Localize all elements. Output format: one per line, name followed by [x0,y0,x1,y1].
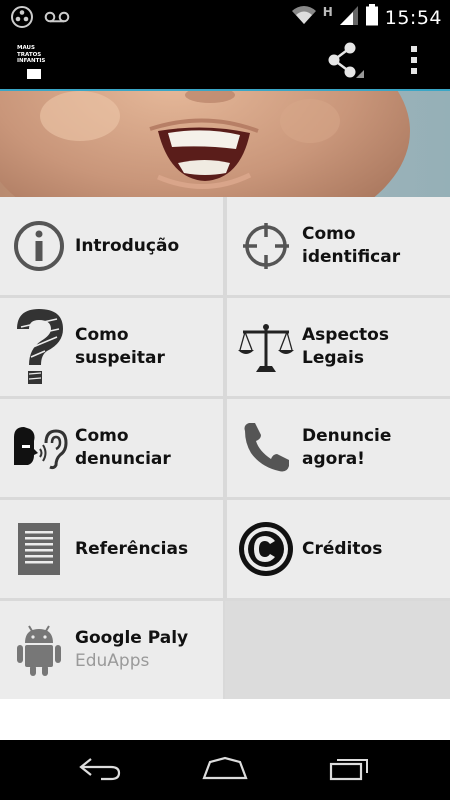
home-button[interactable] [190,750,260,790]
tile-label: Denuncie agora! [302,426,392,469]
scales-icon [235,316,297,378]
network-type-label: H [322,4,333,19]
tile-creditos[interactable]: Créditos [227,500,450,598]
overflow-menu-icon [410,45,418,80]
banner-image [0,91,450,197]
tile-introducao[interactable]: Introdução [0,197,223,295]
phone-icon [235,417,297,479]
tile-como-suspeitar[interactable]: Como suspeitar [0,298,223,396]
tile-como-denunciar[interactable]: Como denunciar [0,399,223,497]
voicemail-icon [44,9,70,30]
copyright-icon [235,518,297,580]
overflow-menu-button[interactable] [396,39,432,85]
status-clock: 15:54 [384,6,442,29]
tile-label: Como denunciar [75,426,171,469]
signal-icon [339,4,359,31]
tile-google-play[interactable]: Google Paly EduApps [0,601,223,699]
battery-icon [365,4,379,31]
crosshair-icon [235,215,297,277]
tile-label: Google Paly EduApps [75,604,188,696]
logo-badge [27,69,41,79]
document-icon [8,518,70,580]
tile-label: Créditos [302,538,383,559]
tile-subtitle: EduApps [75,651,150,671]
tile-label: Introdução [75,235,180,256]
back-icon [77,755,123,786]
tile-label: Como identificar [302,224,401,267]
tile-denuncie-agora[interactable]: Denuncie agora! [227,399,450,497]
tile-aspectos-legais[interactable]: Aspectos Legais [227,298,450,396]
android-icon [8,619,70,681]
home-icon [200,756,250,785]
tile-referencias[interactable]: Referências [0,500,223,598]
empty-tile [225,601,450,699]
tile-label: Referências [75,538,189,559]
status-bar: H 15:54 [0,0,450,33]
navigation-bar [0,740,450,800]
app-logo[interactable]: MAUS TRATOS INFANTIS [17,45,51,81]
action-bar: MAUS TRATOS INFANTIS [0,33,450,90]
tile-como-identificar[interactable]: Como identificar [227,197,450,295]
share-icon [326,40,366,85]
recent-apps-button[interactable] [315,750,385,790]
share-button[interactable] [322,39,370,85]
info-icon [8,215,70,277]
question-mark-icon [8,309,70,384]
tile-label: Como suspeitar [75,325,165,368]
speaking-ear-icon [8,417,70,479]
wifi-icon [291,4,317,31]
logo-line-3: INFANTIS [17,58,46,64]
back-button[interactable] [65,750,135,790]
location-icon [10,5,34,34]
menu-grid: Introdução Como identificar Como suspeit… [0,197,450,699]
tile-label: Aspectos Legais [302,325,389,368]
recent-apps-icon [327,755,373,786]
tile-title: Google Paly [75,628,189,648]
